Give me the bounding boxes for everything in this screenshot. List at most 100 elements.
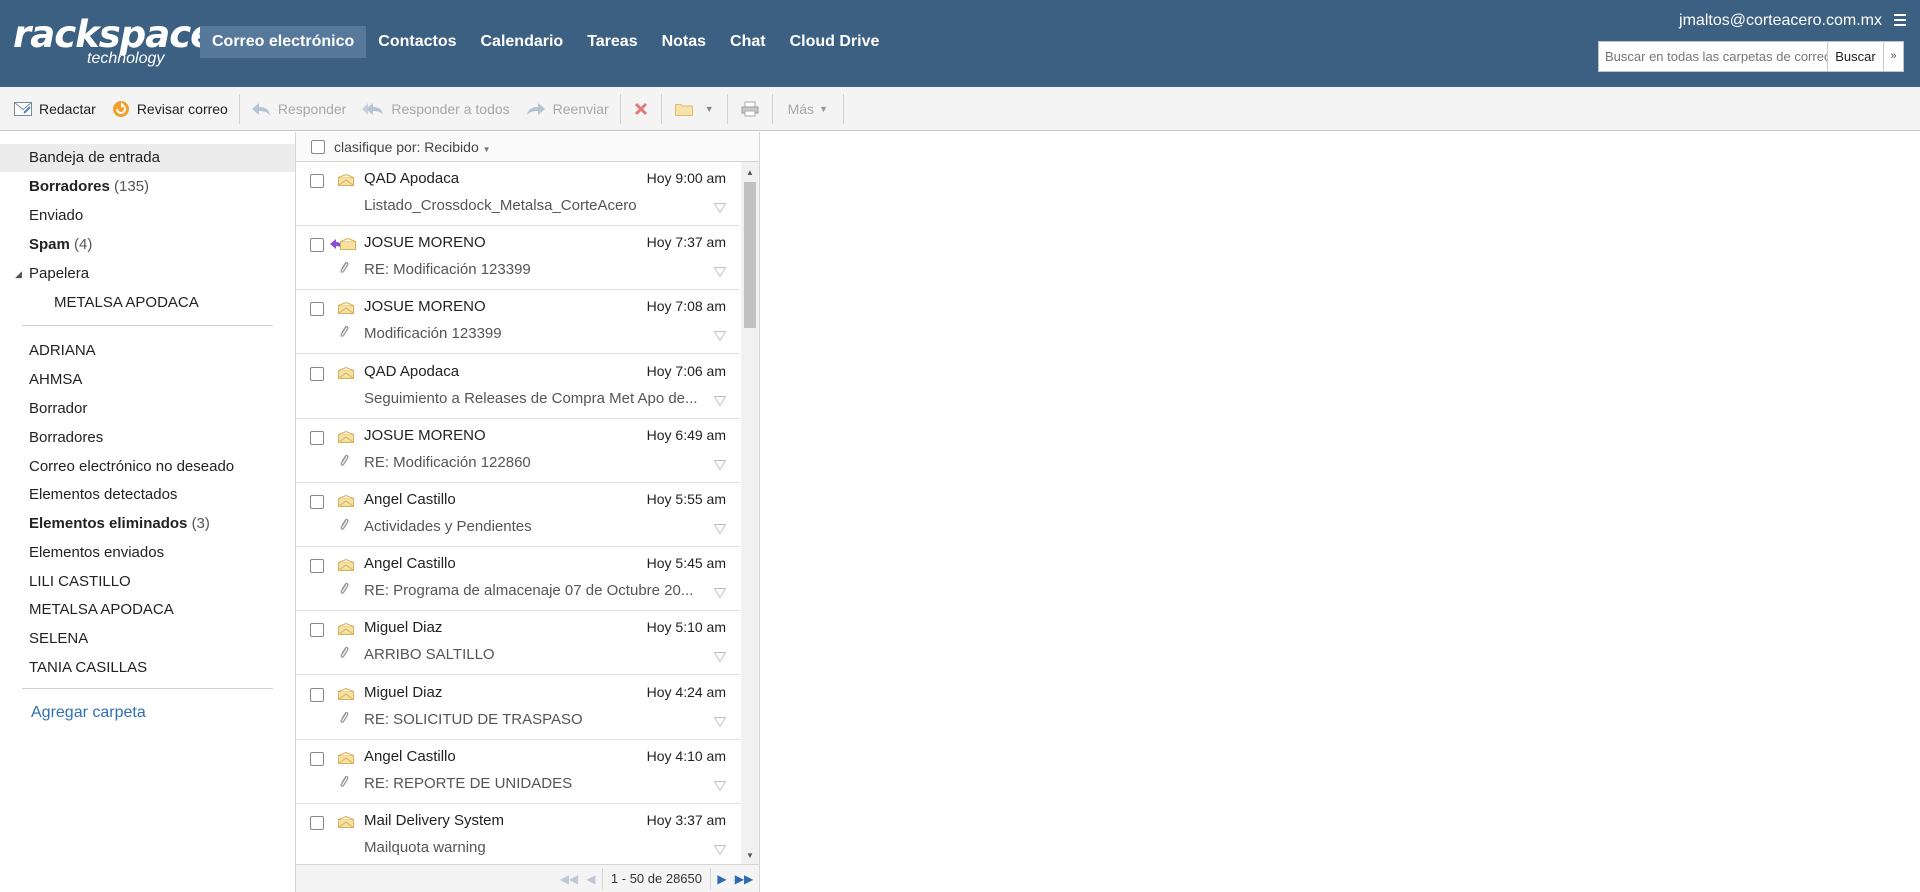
user-email[interactable]: jmaltos@corteacero.com.mx bbox=[1679, 12, 1882, 30]
add-folder-link[interactable]: Agregar carpeta bbox=[31, 704, 146, 722]
folder-name: Borrador bbox=[29, 400, 88, 417]
nav-calendar[interactable]: Calendario bbox=[469, 26, 576, 58]
compose-envelope-icon bbox=[14, 101, 32, 116]
advanced-search-chevron-icon[interactable]: » bbox=[1883, 42, 1903, 71]
sort-dropdown[interactable]: clasifique por: Recibido ▼ bbox=[334, 139, 491, 155]
flag-icon[interactable] bbox=[713, 521, 727, 539]
message-row[interactable]: Miguel Diaz Hoy 5:10 am ARRIBO SALTILLO bbox=[296, 611, 740, 676]
folder-lili-castillo[interactable]: LILI CASTILLO bbox=[0, 568, 295, 596]
message-checkbox[interactable] bbox=[310, 430, 324, 445]
check-mail-button[interactable]: Revisar correo bbox=[104, 92, 236, 126]
folder-detected[interactable]: Elementos detectados bbox=[0, 481, 295, 509]
message-checkbox[interactable] bbox=[310, 495, 324, 509]
message-row[interactable]: Miguel Diaz Hoy 4:24 am RE: SOLICITUD DE T… bbox=[296, 676, 740, 740]
message-row[interactable]: JOSUE MORENO Hoy 7:37 am RE: Modificación … bbox=[296, 226, 740, 291]
folder-sent-items[interactable]: Elementos enviados bbox=[0, 539, 295, 567]
folder-trash[interactable]: ◢ Papelera bbox=[0, 260, 295, 288]
move-to-folder-button[interactable]: ▼ bbox=[665, 92, 724, 126]
printer-icon bbox=[741, 101, 759, 116]
folder-inbox[interactable]: Bandeja de entrada bbox=[0, 144, 295, 172]
prev-page-icon[interactable]: ◀ bbox=[580, 868, 602, 890]
folder-name: Correo electrónico no deseado bbox=[29, 458, 235, 475]
rackspace-logo[interactable]: rackspace technology bbox=[13, 16, 215, 68]
search-button[interactable]: Buscar bbox=[1827, 42, 1883, 71]
scroll-down-arrow-icon[interactable]: ▼ bbox=[746, 851, 754, 860]
message-list-scrollbar[interactable]: ▲ ▼ bbox=[741, 162, 759, 864]
flag-icon[interactable] bbox=[713, 200, 727, 218]
folder-adriana[interactable]: ADRIANA bbox=[0, 337, 295, 365]
flag-icon[interactable] bbox=[713, 585, 727, 603]
folder-borradores[interactable]: Borradores bbox=[0, 424, 295, 452]
folder-junk[interactable]: Correo electrónico no deseado bbox=[0, 453, 295, 481]
print-button[interactable] bbox=[731, 92, 769, 126]
envelope-icon bbox=[338, 173, 354, 191]
last-page-icon[interactable]: ▶▶ bbox=[733, 868, 755, 890]
flag-icon[interactable] bbox=[713, 393, 727, 411]
folder-sent[interactable]: Enviado bbox=[0, 202, 295, 230]
compose-button[interactable]: Redactar bbox=[0, 92, 104, 126]
message-checkbox[interactable] bbox=[310, 238, 324, 253]
mail-toolbar: Redactar Revisar correo Responder Respon… bbox=[0, 87, 1920, 131]
message-checkbox[interactable] bbox=[310, 174, 324, 188]
envelope-icon bbox=[338, 751, 354, 769]
scroll-up-arrow-icon[interactable]: ▲ bbox=[746, 168, 754, 177]
message-checkbox[interactable] bbox=[310, 751, 324, 766]
flag-icon[interactable] bbox=[713, 264, 727, 282]
nav-cloud-drive[interactable]: Cloud Drive bbox=[778, 26, 892, 58]
folder-ahmsa[interactable]: AHMSA bbox=[0, 366, 295, 394]
message-checkbox[interactable] bbox=[310, 687, 324, 702]
select-all-checkbox[interactable] bbox=[311, 139, 325, 154]
collapse-triangle-icon[interactable]: ◢ bbox=[15, 260, 22, 288]
nav-contacts[interactable]: Contactos bbox=[366, 26, 468, 58]
forward-button[interactable]: Reenviar bbox=[518, 92, 617, 126]
message-checkbox[interactable] bbox=[310, 302, 324, 317]
reply-all-button[interactable]: Responder a todos bbox=[354, 92, 517, 126]
hamburger-menu-icon[interactable] bbox=[1894, 14, 1906, 26]
message-row[interactable]: Angel Castillo Hoy 5:45 am RE: Programa de… bbox=[296, 547, 740, 612]
delete-button[interactable] bbox=[624, 92, 658, 126]
message-row[interactable]: QAD Apodaca Hoy 9:00 am Listado_Crossdock_… bbox=[296, 162, 740, 226]
message-checkbox[interactable] bbox=[310, 623, 324, 638]
flag-icon[interactable] bbox=[713, 714, 727, 732]
more-button[interactable]: Más ▼ bbox=[776, 92, 840, 126]
message-list: clasifique por: Recibido ▼ QAD Apodaca Ho… bbox=[295, 132, 760, 892]
message-checkbox[interactable] bbox=[310, 366, 324, 381]
message-subject: RE: Modificación 122860 bbox=[364, 453, 531, 471]
folder-borrador[interactable]: Borrador bbox=[0, 395, 295, 423]
reply-button[interactable]: Responder bbox=[243, 92, 355, 126]
message-checkbox[interactable] bbox=[310, 559, 324, 574]
envelope-icon bbox=[338, 558, 354, 576]
nav-notes[interactable]: Notas bbox=[650, 26, 718, 58]
message-row[interactable]: Angel Castillo Hoy 4:10 am RE: REPORTE DE … bbox=[296, 740, 740, 804]
folder-tania-casillas[interactable]: TANIA CASILLAS bbox=[0, 654, 295, 682]
message-row[interactable]: Angel Castillo Hoy 5:55 am Actividades y P… bbox=[296, 483, 740, 547]
message-row[interactable]: JOSUE MORENO Hoy 6:49 am RE: Modificación … bbox=[296, 419, 740, 483]
flag-icon[interactable] bbox=[713, 842, 727, 860]
message-row[interactable]: Mail Delivery System Hoy 3:37 am Mailquota… bbox=[296, 804, 740, 864]
message-row[interactable]: QAD Apodaca Hoy 7:06 am Seguimiento a Rele… bbox=[296, 355, 740, 419]
folder-selena[interactable]: SELENA bbox=[0, 625, 295, 653]
folder-icon bbox=[674, 103, 693, 116]
flag-icon[interactable] bbox=[713, 778, 727, 796]
message-row[interactable]: JOSUE MORENO Hoy 7:08 am Modificación 1233… bbox=[296, 290, 740, 355]
first-page-icon[interactable]: ◀◀ bbox=[558, 868, 580, 890]
flag-icon[interactable] bbox=[713, 328, 727, 346]
flag-icon[interactable] bbox=[713, 649, 727, 667]
nav-chat[interactable]: Chat bbox=[718, 26, 778, 58]
message-checkbox[interactable] bbox=[310, 816, 324, 830]
nav-email[interactable]: Correo electrónico bbox=[200, 26, 367, 58]
folder-trash-metalsa-apodaca[interactable]: METALSA APODACA bbox=[0, 289, 295, 317]
folder-deleted-items[interactable]: Elementos eliminados (3) bbox=[0, 510, 295, 538]
flag-icon[interactable] bbox=[713, 457, 727, 475]
scroll-thumb[interactable] bbox=[744, 182, 756, 328]
toolbar-divider bbox=[238, 93, 240, 124]
folder-spam[interactable]: Spam (4) bbox=[0, 231, 295, 259]
folder-drafts[interactable]: Borradores (135) bbox=[0, 173, 295, 201]
nav-tasks[interactable]: Tareas bbox=[575, 26, 649, 58]
search-input[interactable] bbox=[1599, 42, 1827, 71]
folder-count: (135) bbox=[114, 178, 150, 195]
folder-metalsa-apodaca[interactable]: METALSA APODACA bbox=[0, 596, 295, 624]
message-time: Hoy 3:37 am bbox=[646, 812, 726, 828]
toolbar-divider bbox=[660, 93, 662, 124]
next-page-icon[interactable]: ▶ bbox=[711, 868, 733, 890]
